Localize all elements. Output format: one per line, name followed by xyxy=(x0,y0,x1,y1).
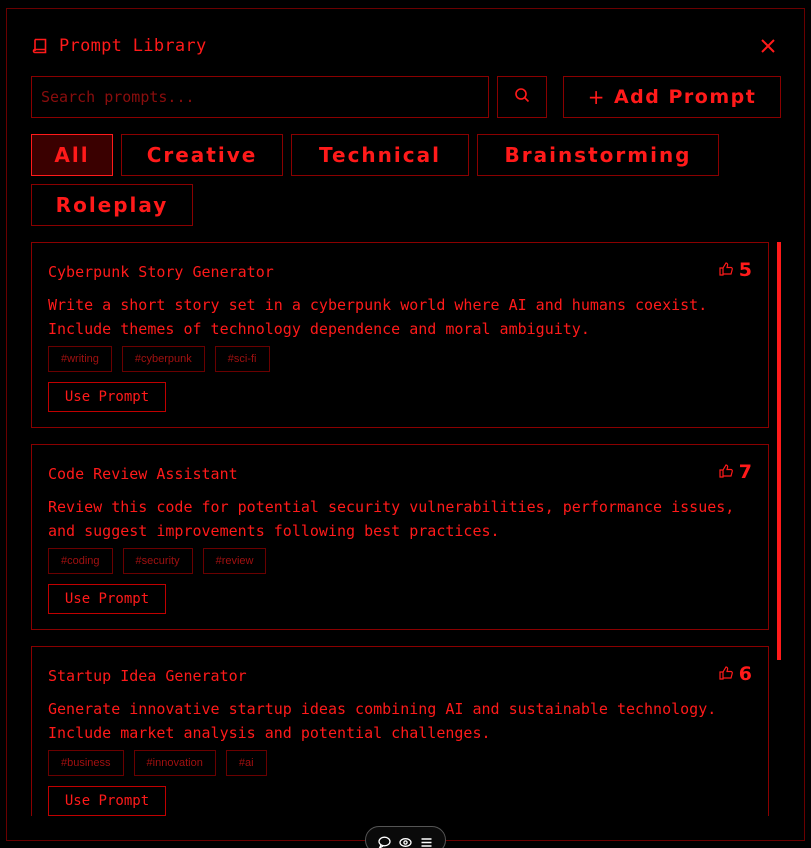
tag-list: #business #innovation #ai xyxy=(48,750,267,776)
filter-technical[interactable]: Technical xyxy=(291,134,469,176)
like-count: 5 xyxy=(738,259,752,281)
use-prompt-button[interactable]: Use Prompt xyxy=(48,382,166,412)
thumbs-up-icon xyxy=(719,665,733,684)
like-count: 6 xyxy=(738,663,752,685)
tag[interactable]: #writing xyxy=(48,346,112,372)
search-button[interactable] xyxy=(497,76,547,118)
tag[interactable]: #review xyxy=(202,548,267,574)
prompt-card: Startup Idea Generator 6 Generate innova… xyxy=(31,646,769,816)
tag[interactable]: #coding xyxy=(48,548,113,574)
add-prompt-label: Add Prompt xyxy=(613,86,757,108)
chat-icon[interactable] xyxy=(378,836,391,848)
use-prompt-button[interactable]: Use Prompt xyxy=(48,786,166,816)
tag[interactable]: #business xyxy=(48,750,124,776)
page-title: Prompt Library xyxy=(59,36,207,56)
filter-brainstorming[interactable]: Brainstorming xyxy=(477,134,719,176)
prompt-title: Code Review Assistant xyxy=(48,465,238,483)
tag[interactable]: #innovation xyxy=(133,750,216,776)
filter-roleplay[interactable]: Roleplay xyxy=(31,184,193,226)
scrollbar[interactable] xyxy=(777,242,781,660)
menu-icon[interactable] xyxy=(420,836,433,848)
tag-list: #coding #security #review xyxy=(48,548,267,574)
like-button[interactable]: 7 xyxy=(719,461,752,483)
search-input[interactable] xyxy=(31,76,489,118)
prompt-title: Startup Idea Generator xyxy=(48,667,247,685)
tag[interactable]: #ai xyxy=(225,750,267,776)
thumbs-up-icon xyxy=(719,261,733,280)
bottom-dock xyxy=(365,826,446,848)
like-button[interactable]: 5 xyxy=(719,259,752,281)
eye-icon[interactable] xyxy=(399,836,412,848)
prompt-card: Code Review Assistant 7 Review this code… xyxy=(31,444,769,630)
tag[interactable]: #cyberpunk xyxy=(121,346,205,372)
filter-creative[interactable]: Creative xyxy=(121,134,283,176)
close-icon[interactable] xyxy=(757,34,779,58)
tag[interactable]: #security xyxy=(122,548,193,574)
plus-icon: + xyxy=(587,85,606,109)
like-count: 7 xyxy=(738,461,752,483)
prompt-description: Review this code for potential security … xyxy=(48,498,735,540)
header: Prompt Library xyxy=(31,34,781,58)
tag-list: #writing #cyberpunk #sci-fi xyxy=(48,346,270,372)
prompt-card: Cyberpunk Story Generator 5 Write a shor… xyxy=(31,242,769,428)
filter-all[interactable]: All xyxy=(31,134,113,176)
search-icon xyxy=(514,87,530,107)
prompt-description: Generate innovative startup ideas combin… xyxy=(48,700,717,742)
tag[interactable]: #sci-fi xyxy=(214,346,270,372)
thumbs-up-icon xyxy=(719,463,733,482)
add-prompt-button[interactable]: + Add Prompt xyxy=(563,76,781,118)
like-button[interactable]: 6 xyxy=(719,663,752,685)
prompt-list[interactable]: Cyberpunk Story Generator 5 Write a shor… xyxy=(31,242,771,816)
prompt-description: Write a short story set in a cyberpunk w… xyxy=(48,296,708,338)
use-prompt-button[interactable]: Use Prompt xyxy=(48,584,166,614)
prompt-title: Cyberpunk Story Generator xyxy=(48,263,274,281)
book-icon xyxy=(31,36,51,56)
